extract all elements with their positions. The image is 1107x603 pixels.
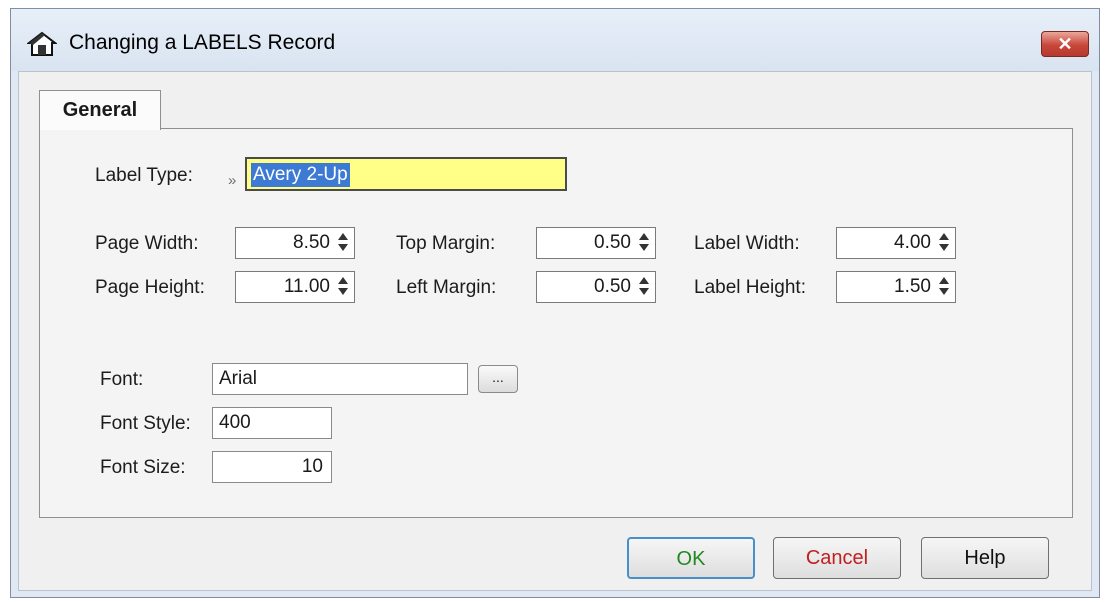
spinner-arrows-icon[interactable] xyxy=(937,233,951,253)
font-size-label: Font Size: xyxy=(100,457,186,478)
ok-button[interactable]: OK xyxy=(627,537,755,579)
left-margin-value: 0.50 xyxy=(594,276,631,297)
font-style-field[interactable]: 400 xyxy=(212,407,332,439)
app-icon xyxy=(27,31,57,56)
page-height-spinner[interactable]: 11.00 xyxy=(235,271,355,303)
label-height-spinner[interactable]: 1.50 xyxy=(836,271,956,303)
label-type-field[interactable]: Avery 2-Up xyxy=(245,157,567,191)
window-title: Changing a LABELS Record xyxy=(69,31,336,54)
top-margin-value: 0.50 xyxy=(594,232,631,253)
font-field[interactable]: Arial xyxy=(212,363,468,395)
font-size-field[interactable]: 10 xyxy=(212,451,332,483)
label-height-value: 1.50 xyxy=(894,276,931,297)
label-type-value: Avery 2-Up xyxy=(251,163,350,187)
page-width-spinner[interactable]: 8.50 xyxy=(235,227,355,259)
page-height-label: Page Height: xyxy=(95,277,205,298)
page-width-value: 8.50 xyxy=(293,232,330,253)
cancel-button[interactable]: Cancel xyxy=(773,537,901,579)
label-height-label: Label Height: xyxy=(694,277,806,298)
page-width-label: Page Width: xyxy=(95,233,199,254)
page-height-value: 11.00 xyxy=(283,276,330,297)
dialog-window: Changing a LABELS Record ✕ General Label… xyxy=(10,8,1100,598)
label-width-label: Label Width: xyxy=(694,233,800,254)
dialog-client-area: General Label Type: » Avery 2-Up Page Wi… xyxy=(18,71,1092,591)
tab-general[interactable]: General xyxy=(39,90,161,130)
spinner-arrows-icon[interactable] xyxy=(637,233,651,253)
label-type-label: Label Type: xyxy=(95,165,193,186)
font-label: Font: xyxy=(100,369,144,390)
left-margin-spinner[interactable]: 0.50 xyxy=(536,271,656,303)
spinner-arrows-icon[interactable] xyxy=(937,277,951,297)
left-margin-label: Left Margin: xyxy=(396,277,497,298)
font-style-label: Font Style: xyxy=(100,413,191,434)
top-margin-label: Top Margin: xyxy=(396,233,496,254)
spinner-arrows-icon[interactable] xyxy=(336,277,350,297)
spinner-arrows-icon[interactable] xyxy=(336,233,350,253)
top-margin-spinner[interactable]: 0.50 xyxy=(536,227,656,259)
font-browse-button[interactable]: ... xyxy=(478,365,518,393)
label-width-value: 4.00 xyxy=(894,232,931,253)
general-panel: Label Type: » Avery 2-Up Page Width: 8.5… xyxy=(39,128,1073,518)
label-width-spinner[interactable]: 4.00 xyxy=(836,227,956,259)
help-button[interactable]: Help xyxy=(921,537,1049,579)
spinner-arrows-icon[interactable] xyxy=(637,277,651,297)
close-button[interactable]: ✕ xyxy=(1041,31,1089,57)
title-bar[interactable]: Changing a LABELS Record ✕ xyxy=(11,9,1099,71)
required-marker-icon: » xyxy=(228,172,237,189)
